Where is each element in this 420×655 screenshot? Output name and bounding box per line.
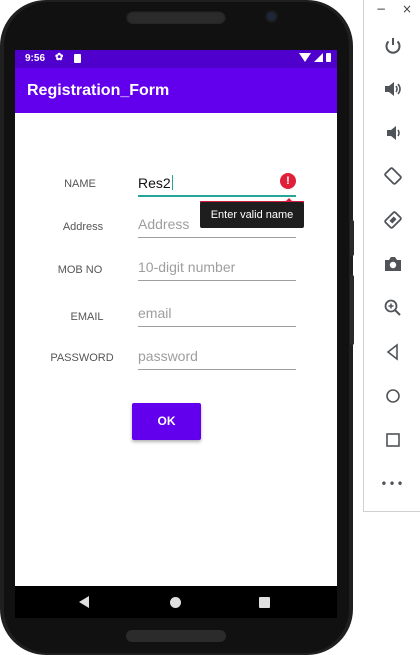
phone-frame: 9:56 ✿ Registration_Form NAME Res2 ! Ent… [0,0,353,655]
status-bar: 9:56 ✿ [15,50,337,68]
nav-back-icon[interactable] [79,596,89,608]
volume-up-icon[interactable] [364,74,420,104]
app-bar: Registration_Form [15,68,337,113]
power-side-button [350,220,354,256]
address-placeholder: Address [138,216,190,232]
zoom-icon[interactable] [364,293,420,323]
signal-icon [314,53,323,62]
email-label: EMAIL [70,311,104,323]
back-icon[interactable] [364,337,420,367]
front-camera [267,12,276,21]
password-input[interactable]: password [138,346,296,370]
camera-icon[interactable] [364,249,420,279]
registration-form: NAME Res2 ! Enter valid name Address Add… [15,113,337,586]
mobile-label: MOB NO [57,264,103,276]
sd-card-icon [74,54,81,63]
close-button[interactable]: × [402,2,412,16]
navigation-bar [15,586,337,618]
volume-side-button [350,275,354,345]
address-label: Address [62,221,104,233]
volume-down-icon[interactable] [364,118,420,148]
app-title: Registration_Form [27,82,170,99]
email-placeholder: email [138,305,172,321]
wifi-icon [299,53,311,62]
overview-icon[interactable] [364,425,420,455]
email-input[interactable]: email [138,303,296,327]
emulator-window: 9:56 ✿ Registration_Form NAME Res2 ! Ent… [0,0,420,655]
mobile-placeholder: 10-digit number [138,259,236,275]
text-cursor [171,175,173,190]
top-speaker [126,10,226,24]
bottom-speaker [126,630,226,642]
emulator-toolbar: − × ••• [363,0,420,512]
error-icon: ! [280,173,296,189]
address-input[interactable]: Address [138,214,296,238]
status-icons [299,53,331,62]
minimize-button[interactable]: − [376,2,386,16]
battery-icon [326,53,331,62]
ok-button[interactable]: OK [132,403,201,440]
settings-notification-icon: ✿ [55,52,64,63]
rotate-right-icon[interactable] [364,205,420,235]
status-time: 9:56 [25,53,46,64]
name-input[interactable]: Res2 ! [138,173,296,197]
nav-overview-icon[interactable] [259,597,270,608]
rotate-left-icon[interactable] [364,161,420,191]
more-icon[interactable]: ••• [364,469,420,499]
home-icon[interactable] [364,381,420,411]
name-value: Res2 [138,175,173,191]
mobile-input[interactable]: 10-digit number [138,257,296,281]
device-screen: 9:56 ✿ Registration_Form NAME Res2 ! Ent… [15,50,337,618]
power-icon[interactable] [364,31,420,61]
password-placeholder: password [138,348,198,364]
name-label: NAME [64,178,96,190]
name-value-text: Res2 [138,175,171,191]
nav-home-icon[interactable] [170,597,181,608]
password-label: PASSWORD [50,352,114,364]
